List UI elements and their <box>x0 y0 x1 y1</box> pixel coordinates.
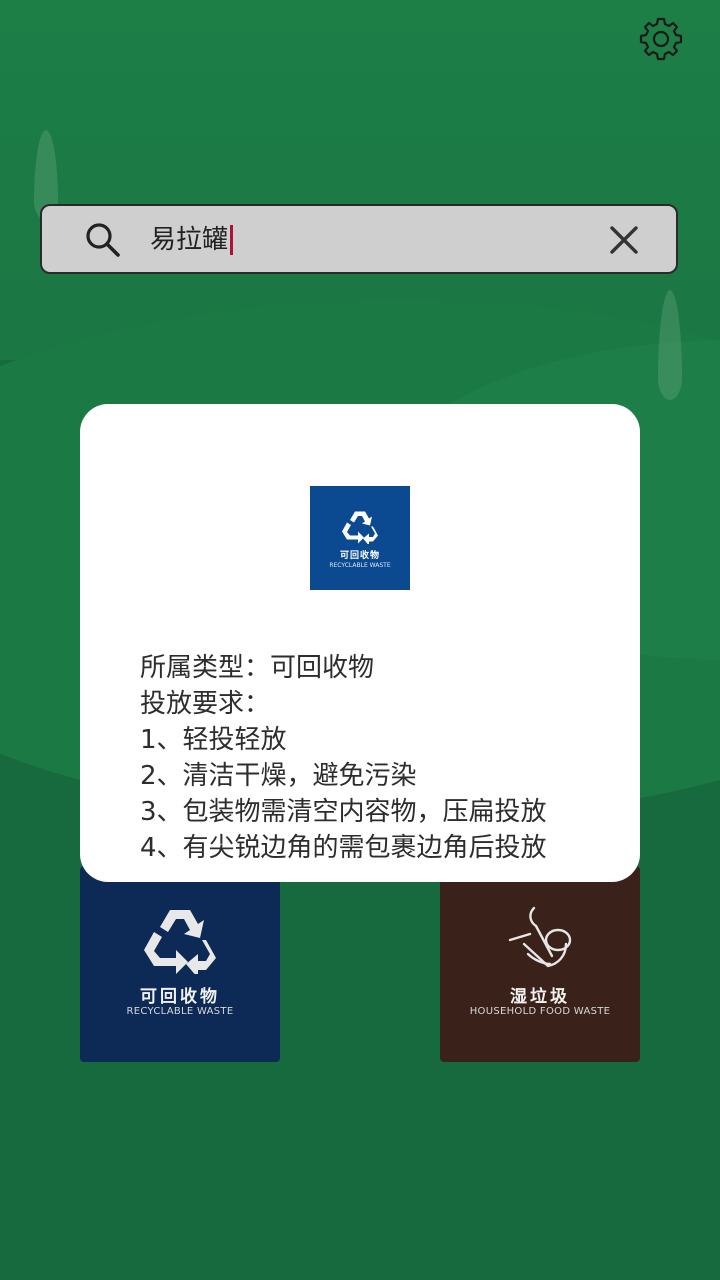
search-icon[interactable] <box>82 219 122 259</box>
search-input[interactable]: 易拉罐 <box>150 222 234 258</box>
bin-household-food[interactable]: 湿垃圾 HOUSEHOLD FOOD WASTE <box>440 866 640 1062</box>
category-value: 可回收物 <box>270 653 375 683</box>
recycle-icon <box>144 910 216 974</box>
result-popup[interactable]: 可回收物 RECYCLABLE WASTE 所属类型：可回收物 投放要求： 1、… <box>80 404 640 882</box>
food-waste-icon <box>508 906 572 968</box>
search-query: 易拉罐 <box>150 225 229 255</box>
category-badge: 可回收物 RECYCLABLE WASTE <box>310 486 410 590</box>
rules-title: 投放要求： <box>140 689 271 719</box>
recycle-icon <box>342 511 378 544</box>
bin-label-en: HOUSEHOLD FOOD WASTE <box>469 1006 611 1017</box>
badge-label-cn: 可回收物 <box>339 551 380 561</box>
category-label: 所属类型： <box>140 653 271 683</box>
disposal-info: 所属类型：可回收物 投放要求： 1、轻投轻放 2、清洁干燥，避免污染 3、包装物… <box>140 650 610 866</box>
bin-label-en: RECYCLABLE WASTE <box>126 1006 234 1017</box>
text-caret <box>230 225 234 255</box>
rule-item: 2、清洁干燥，避免污染 <box>140 761 417 791</box>
rule-item: 1、轻投轻放 <box>140 725 287 755</box>
rule-item: 3、包装物需清空内容物，压扁投放 <box>140 797 547 827</box>
badge-label-en: RECYCLABLE WASTE <box>329 562 391 569</box>
close-icon[interactable] <box>604 220 644 260</box>
bin-label-cn: 湿垃圾 <box>510 987 570 1007</box>
category-line: 所属类型：可回收物 <box>140 650 610 686</box>
bin-recyclable[interactable]: 可回收物 RECYCLABLE WASTE <box>80 866 280 1062</box>
search-bar[interactable] <box>40 204 678 274</box>
gear-icon[interactable] <box>638 16 684 62</box>
bin-label-cn: 可回收物 <box>140 987 220 1007</box>
rule-item: 4、有尖锐边角的需包裹边角后投放 <box>140 833 547 863</box>
